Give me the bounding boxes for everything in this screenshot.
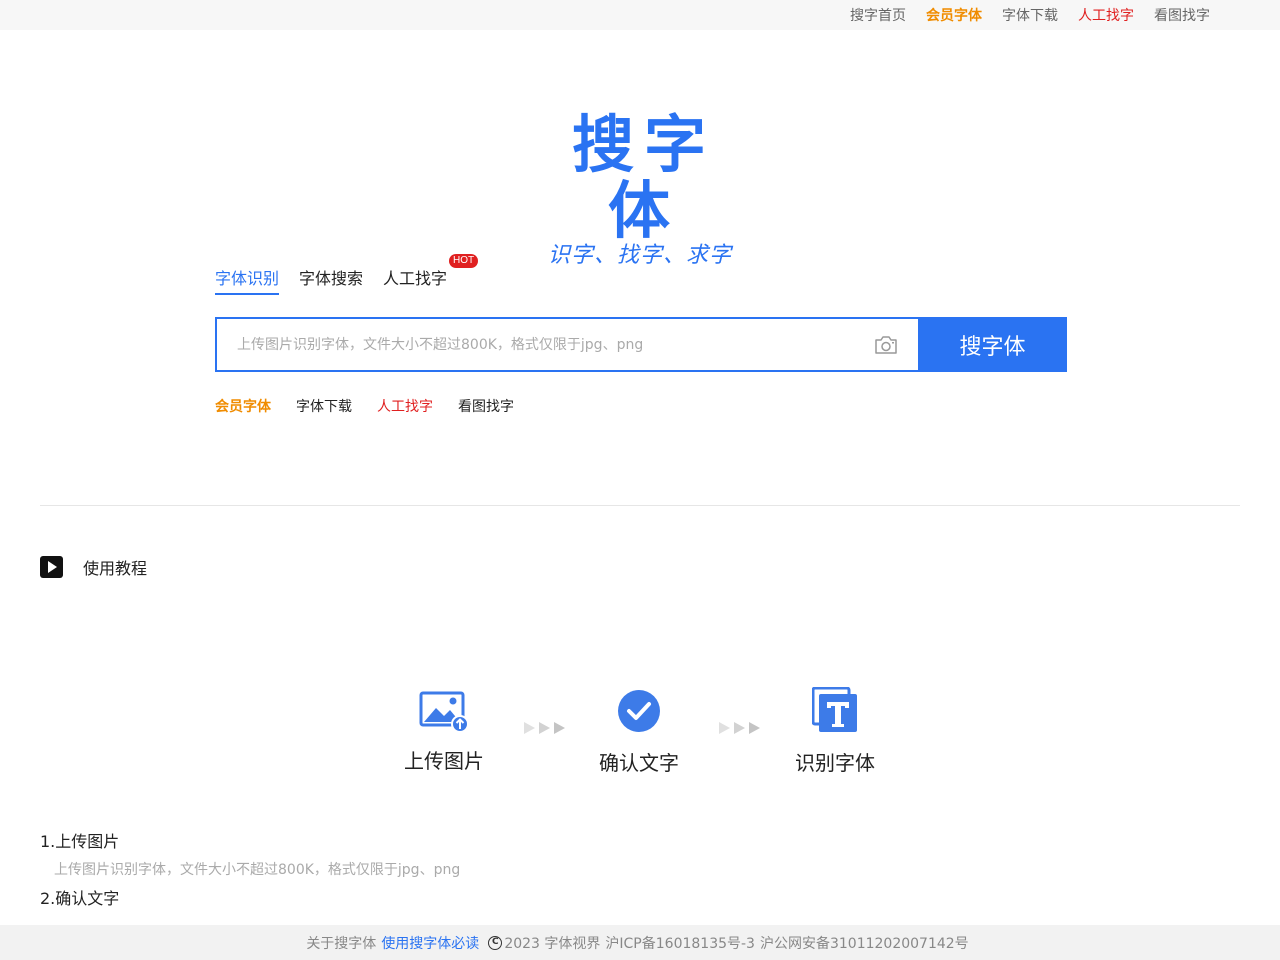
step-upload-label: 上传图片 [404,749,484,773]
step-confirm-label: 确认文字 [599,751,679,775]
instruction-desc: 上传图片识别字体，文件大小不超过800K，格式仅限于jpg、png [54,862,461,878]
footer: 关于搜字体 使用搜字体必读 C 2023 字体视界 沪ICP备16018135号… [0,925,1280,960]
search-input-wrapper [215,317,918,372]
instruction-title: 1.上传图片 [40,832,120,851]
nav-font-download[interactable]: 字体下载 [1002,5,1058,25]
nav-find-by-image[interactable]: 看图找字 [1154,5,1210,25]
footer-copyright: 2023 字体视界 [504,935,601,952]
font-t-icon [811,686,858,737]
tutorial-label: 使用教程 [83,559,148,578]
top-nav: 搜字首页 会员字体 字体下载 人工找字 看图找字 [830,0,1210,30]
camera-icon[interactable] [874,334,898,356]
section-divider [40,505,1240,506]
tab-font-search[interactable]: 字体搜索 [299,265,363,295]
logo-subtitle: 识字、找字、求字 [547,243,732,268]
instruction-title: 2.确认文字 [40,889,120,908]
quick-link-font-download[interactable]: 字体下载 [296,396,352,416]
step-arrows-1 [524,722,569,734]
nav-manual-find[interactable]: 人工找字 [1078,5,1134,25]
tab-font-recognition[interactable]: 字体识别 [215,265,280,295]
step-identify-label: 识别字体 [795,751,875,775]
quick-link-vip-fonts[interactable]: 会员字体 [215,396,271,416]
footer-icp-link[interactable]: 沪ICP备16018135号-3 [605,933,755,953]
nav-vip-fonts[interactable]: 会员字体 [926,5,982,25]
quick-link-find-by-image[interactable]: 看图找字 [458,396,514,416]
step-identify: 识别字体 [775,686,895,776]
footer-police-link[interactable]: 沪公网安备31011202007142号 [760,933,969,953]
search-button[interactable]: 搜字体 [918,317,1067,372]
search-tabs: 字体识别 字体搜索 人工找字 HOT [215,254,479,295]
search-bar: 搜字体 [215,317,1067,372]
site-logo[interactable]: 搜字体 识字、找字、求字 [539,112,741,270]
search-input[interactable] [217,319,918,370]
instructions: 1.上传图片 上传图片识别字体，文件大小不超过800K，格式仅限于jpg、png… [40,831,1240,910]
step-arrows-2 [719,722,764,734]
step-upload: 上传图片 [384,687,504,774]
step-confirm: 确认文字 [579,687,699,776]
logo-title: 搜字体 [571,108,716,247]
tab-manual-find-label: 人工找字 [383,269,448,288]
image-upload-icon [419,691,469,737]
tab-manual-find[interactable]: 人工找字 HOT [383,254,479,295]
quick-links: 会员字体 字体下载 人工找字 看图找字 [215,396,539,416]
hot-badge: HOT [449,254,479,268]
copyright-icon: C [488,935,503,950]
footer-about-link[interactable]: 关于搜字体 [306,933,376,953]
play-icon [40,556,63,578]
footer-must-read-link[interactable]: 使用搜字体必读 [381,933,479,953]
check-circle-icon [617,689,661,737]
nav-home[interactable]: 搜字首页 [850,5,906,25]
top-bar: 搜字首页 会员字体 字体下载 人工找字 看图找字 [0,0,1280,30]
quick-link-manual-find[interactable]: 人工找字 [377,396,433,416]
tutorial-link[interactable]: 使用教程 [40,555,147,579]
